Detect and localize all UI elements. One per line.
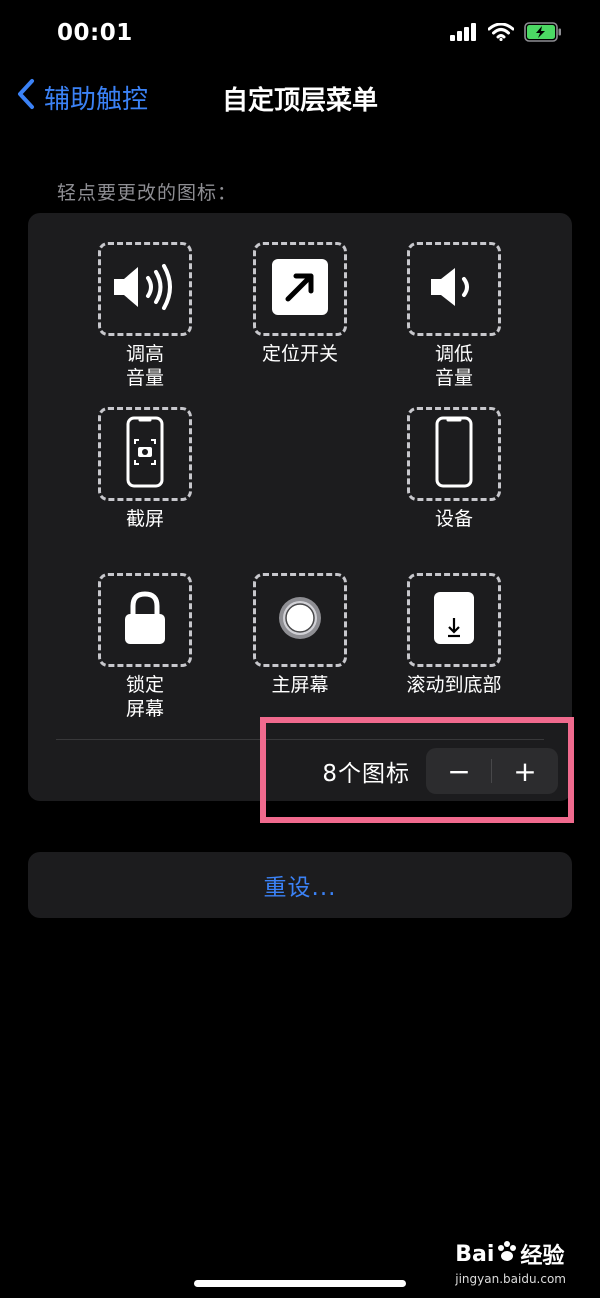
screenshot-icon	[125, 416, 165, 492]
menu-slot-screenshot[interactable]: 截屏	[85, 407, 205, 531]
menu-slot-box[interactable]	[407, 573, 501, 667]
annotation-highlight-box	[260, 717, 574, 823]
lock-icon	[123, 590, 167, 650]
menu-slot-label: 调低 音量	[434, 343, 473, 389]
menu-slot-box[interactable]	[98, 242, 192, 336]
menu-slot-label: 主屏幕	[271, 674, 329, 696]
menu-slot-location[interactable]: 定位开关	[240, 242, 360, 366]
menu-slot-box[interactable]	[253, 242, 347, 336]
menu-slot-home[interactable]: 主屏幕	[240, 573, 360, 697]
menu-slot-box[interactable]	[407, 242, 501, 336]
watermark-url: jingyan.baidu.com	[455, 1272, 566, 1286]
wifi-icon	[487, 22, 515, 45]
menu-slot-label: 设备	[434, 508, 473, 530]
instruction-text: 轻点要更改的图标：	[57, 182, 238, 204]
volume-down-icon	[429, 265, 479, 313]
reset-button-label: 重设...	[263, 875, 337, 901]
paw-icon	[496, 1240, 518, 1268]
menu-slot-lock-screen[interactable]: 锁定 屏幕	[85, 573, 205, 721]
menu-slot-label: 调高 音量	[125, 343, 164, 389]
menu-slot-label: 锁定 屏幕	[125, 674, 164, 720]
menu-slot-label: 定位开关	[261, 343, 338, 365]
device-iphone-icon	[434, 416, 474, 492]
watermark-logo: Bai 经验	[455, 1240, 565, 1269]
arrow-up-right-icon	[272, 259, 328, 319]
status-icons	[450, 22, 562, 46]
menu-slot-label: 截屏	[125, 508, 164, 530]
volume-up-icon	[110, 262, 180, 316]
scroll-to-bottom-icon	[432, 590, 476, 650]
cellular-icon	[450, 23, 478, 45]
menu-slot-box[interactable]	[98, 407, 192, 501]
menu-slot-volume-down[interactable]: 调低 音量	[394, 242, 514, 390]
home-button-icon	[276, 594, 324, 646]
reset-button[interactable]: 重设...	[28, 852, 572, 918]
menu-slot-label: 滚动到底部	[406, 674, 502, 696]
home-indicator[interactable]	[194, 1280, 406, 1287]
menu-slot-scroll-to-bottom[interactable]: 滚动到底部	[394, 573, 514, 697]
menu-slot-box[interactable]	[407, 407, 501, 501]
menu-slot-box[interactable]	[98, 573, 192, 667]
menu-slot-volume-up[interactable]: 调高 音量	[85, 242, 205, 390]
navigation-bar: 辅助触控 自定顶层菜单	[0, 70, 600, 126]
status-time: 00:01	[57, 20, 133, 46]
baidu-jingyan-watermark: Bai 经验 jingyan.baidu.com	[455, 1238, 566, 1286]
status-bar: 00:01	[0, 0, 600, 70]
menu-slot-device[interactable]: 设备	[394, 407, 514, 531]
menu-slot-box[interactable]	[253, 573, 347, 667]
top-level-menu-card: 调高 音量 定位开关 调低 音量 截屏 设备 锁定 屏幕 主屏幕 滚动到底部 8…	[28, 213, 572, 801]
page-title: 自定顶层菜单	[221, 86, 378, 116]
battery-charging-icon	[524, 22, 562, 46]
